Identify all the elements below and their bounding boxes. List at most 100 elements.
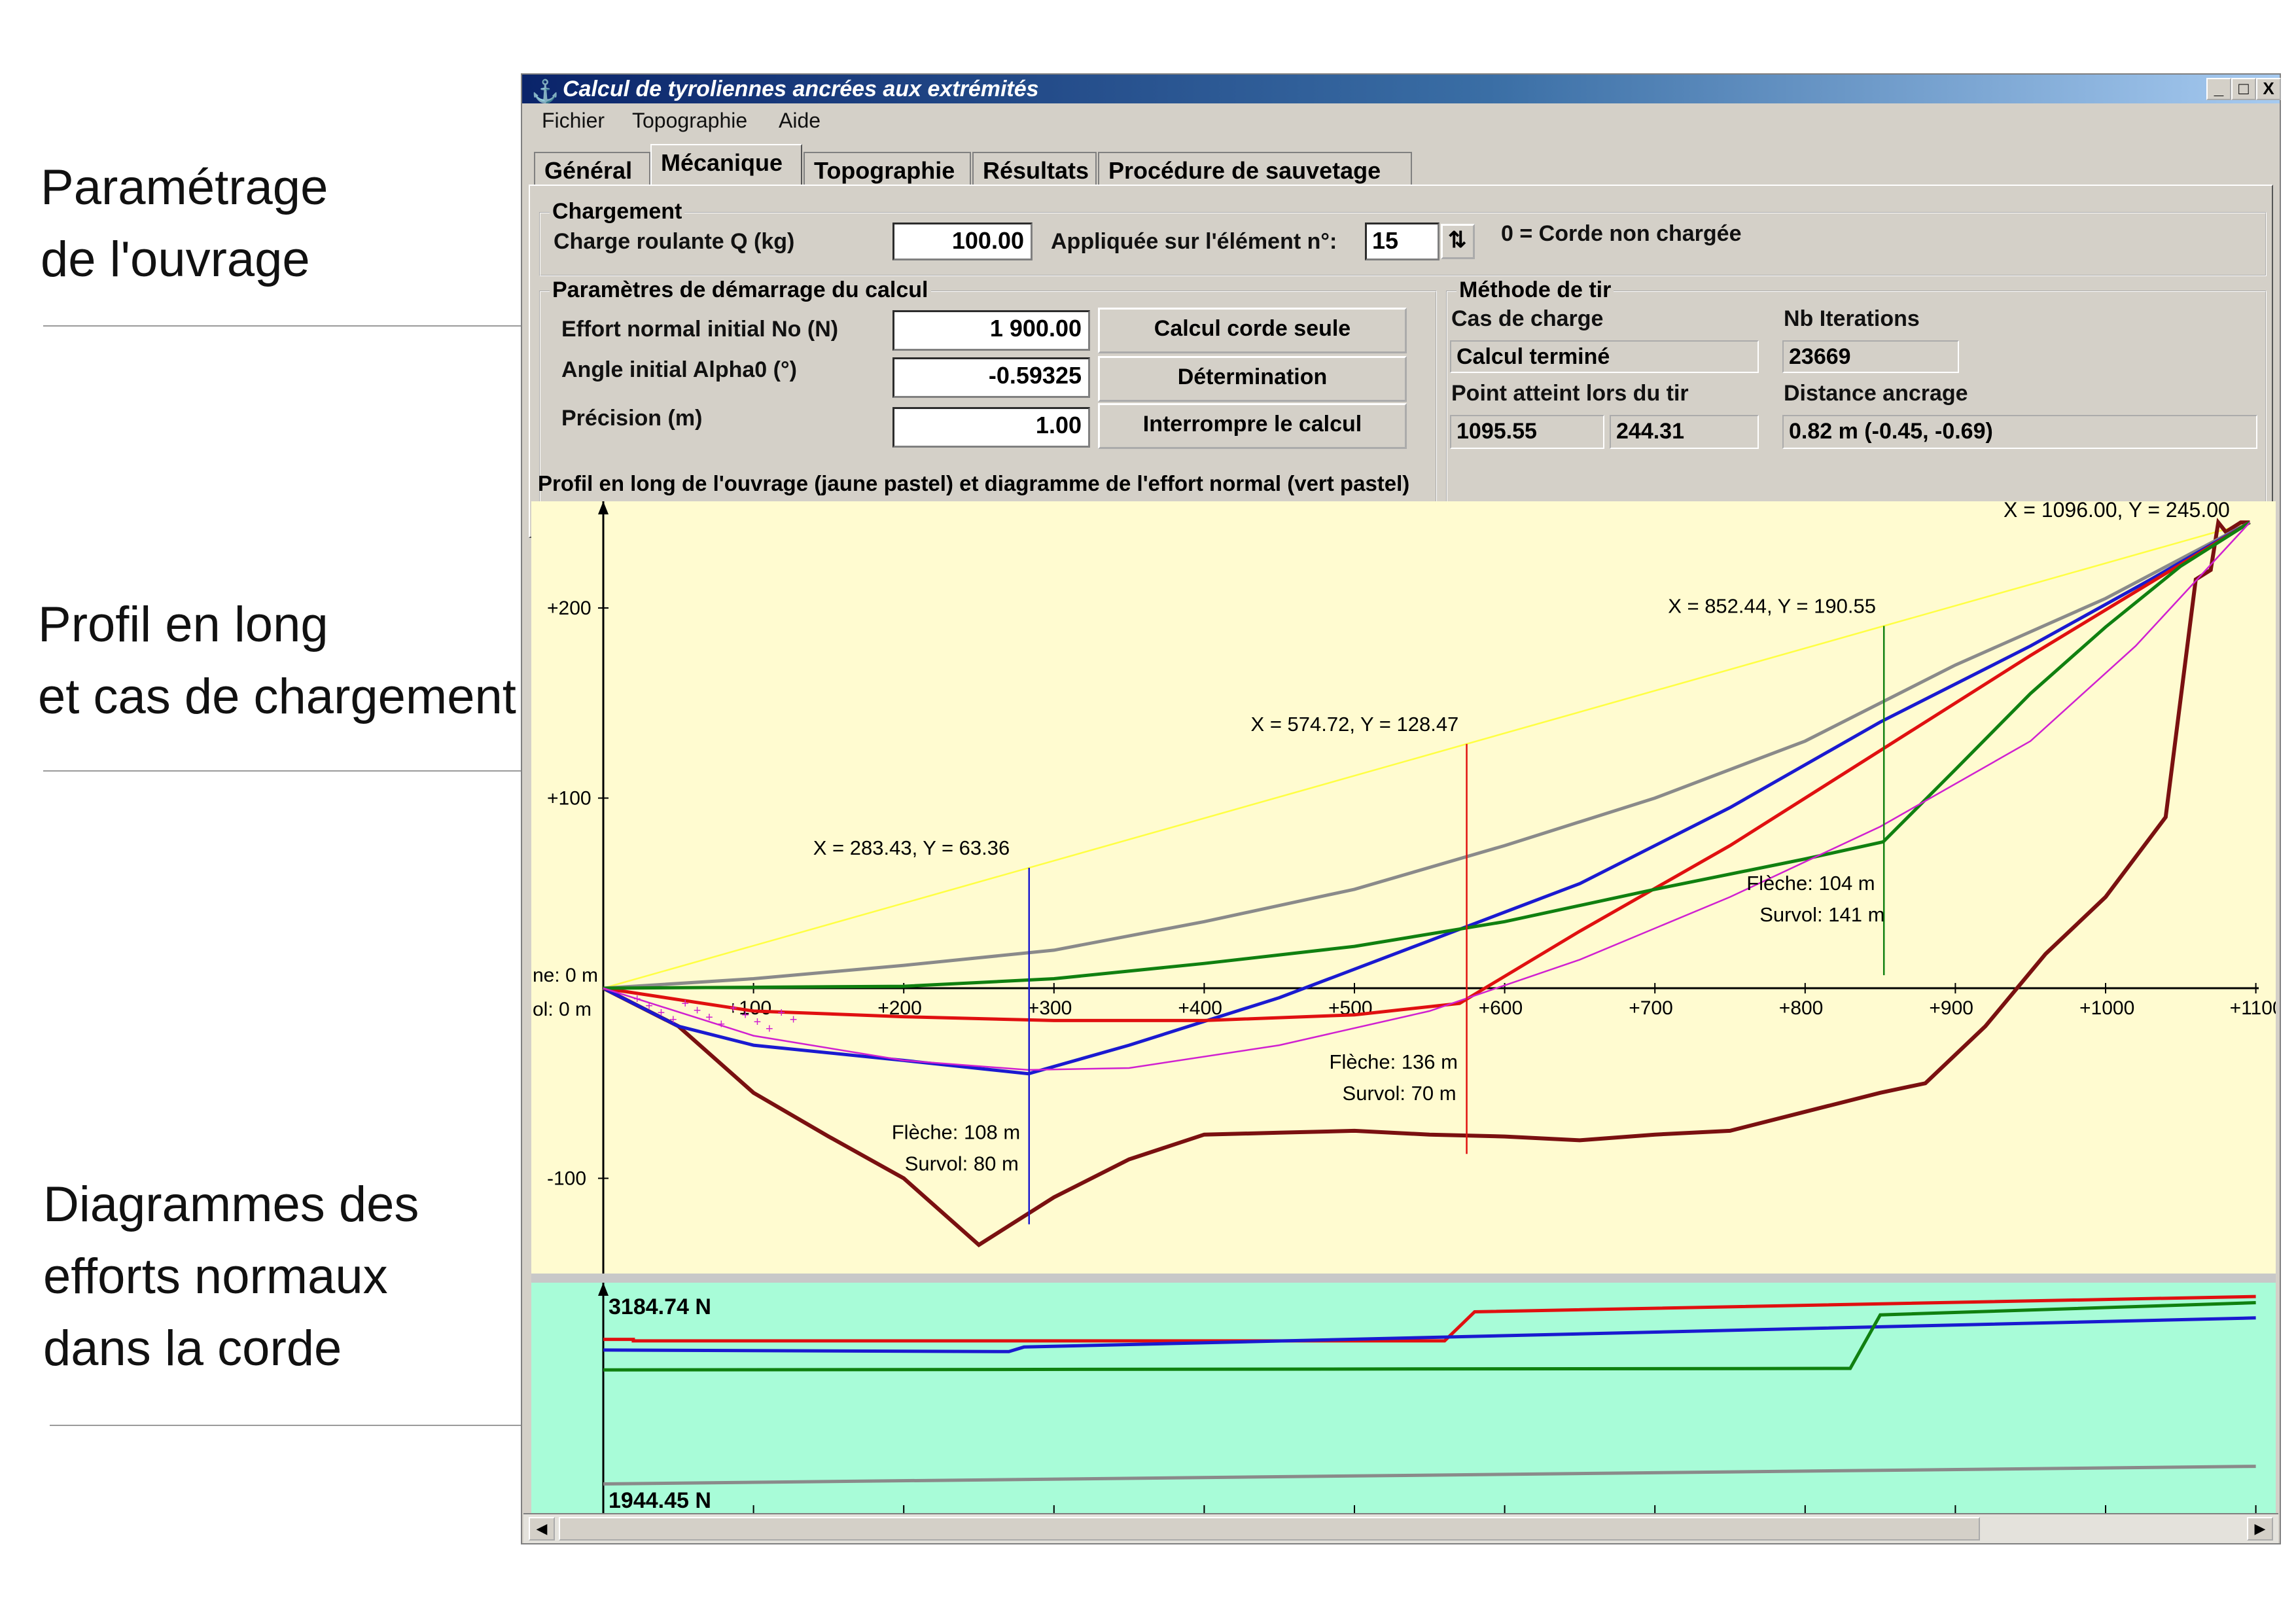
scroll-right-arrow-icon[interactable]: ▶ [2247,1517,2273,1541]
load-case-fleche: Flèche: 104 m [1746,872,1875,895]
title-bar[interactable]: ⚓ Calcul de tyroliennes ancrées aux extr… [522,75,2281,104]
profile-scatter-mark: + [645,999,653,1014]
x-tick-label: +700 [1629,997,1673,1019]
menu-topographie[interactable]: Topographie [632,109,747,133]
scroll-thumb[interactable] [559,1517,1980,1541]
effort-input[interactable]: 1 900.00 [892,310,1090,351]
parametres-legend: Paramètres de démarrage du calcul [550,277,931,303]
app-window: ⚓ Calcul de tyroliennes ancrées aux extr… [521,73,2281,1544]
diagram-min-label: 1944.45 N [609,1488,711,1513]
element-stepper[interactable]: ⇅ [1441,224,1475,259]
annotation-profile-line2: et cas de chargement [38,669,516,724]
element-input[interactable]: 15 [1365,223,1439,260]
profile-scatter-mark: + [705,1010,713,1025]
stepper-icon: ⇅ [1448,228,1467,253]
profile-scatter-mark: + [790,1013,798,1027]
profile-scatter-mark: + [754,1015,762,1029]
profile-scatter-mark: + [741,1008,749,1023]
determination-button[interactable]: Détermination [1098,356,1407,402]
point-y-value: 244.31 [1610,415,1759,449]
x-tick-label: +1000 [2079,997,2134,1019]
precision-input[interactable]: 1.00 [892,407,1090,448]
profile-chart: +100 +200 +300 +400 +500 +600 +700 +800 +900 +100… [531,501,2276,1274]
tab-topographie[interactable]: Topographie [804,152,971,185]
charge-label: Charge roulante Q (kg) [554,229,795,254]
point-atteint-label: Point atteint lors du tir [1451,381,1689,406]
interrompre-calcul-button[interactable]: Interrompre le calcul [1098,403,1407,449]
charge-input[interactable]: 100.00 [892,223,1033,260]
annotation-profile-line1: Profil en long [38,597,328,652]
element-note: 0 = Corde non chargée [1501,221,1742,246]
tab-procedure-sauvetage[interactable]: Procédure de sauvetage [1098,152,1412,185]
annotation-diagram: Diagrammes des efforts normaux dans la c… [43,1169,419,1385]
x-tick-label: +400 [1178,997,1222,1019]
maximize-button[interactable]: □ [2231,78,2256,100]
profile-caption: Profil en long de l'ouvrage (jaune paste… [538,471,1410,495]
y-tick-label: +100 [547,788,592,810]
methode-legend: Méthode de tir [1457,277,1614,303]
profile-scatter-mark: + [658,1006,665,1020]
iterations-value: 23669 [1782,340,1959,373]
profile-scatter-mark: + [633,992,641,1007]
annotation-setup-line2: de l'ouvrage [41,232,310,287]
annotation-diagram-line3: dans la corde [43,1321,342,1376]
precision-label: Précision (m) [561,406,703,431]
diagram-background [531,1283,2276,1513]
origin-label-1: ne: 0 m [533,965,598,986]
effort-label: Effort normal initial No (N) [561,317,839,342]
profile-background [531,501,2276,1274]
horizontal-scrollbar[interactable]: ◀ ▶ [523,1513,2278,1543]
x-tick-label: +1100 [2230,997,2276,1019]
x-tick-label: +800 [1779,997,1824,1019]
profile-scatter-mark: + [694,1004,701,1018]
profile-scatter-mark: + [717,1018,725,1032]
close-button[interactable]: X [2256,78,2281,100]
menu-fichier[interactable]: Fichier [542,109,605,133]
chargement-legend: Chargement [550,199,685,224]
y-tick-label: -100 [547,1168,586,1190]
annotation-diagram-line2: efforts normaux [43,1249,388,1304]
iterations-label: Nb Iterations [1784,306,1920,331]
annotation-setup-line1: Paramétrage [41,160,328,215]
x-tick-label: +900 [1929,997,1973,1019]
profile-scatter-mark: + [766,1022,773,1037]
menu-bar: Fichier Topographie Aide [522,106,2280,137]
annotation-setup: Paramétrage de l'ouvrage [41,152,328,296]
effort-diagram: 3184.74 N 1944.45 N [531,1283,2276,1513]
annotation-diagram-line1: Diagrammes des [43,1177,419,1232]
point-x-value: 1095.55 [1450,415,1604,449]
load-case-survol: Survol: 70 m [1343,1082,1457,1105]
scroll-left-arrow-icon[interactable]: ◀ [529,1517,555,1541]
y-tick-label: +200 [547,597,592,619]
profile-scatter-mark: + [730,1001,737,1016]
diagram-max-label: 3184.74 N [609,1294,711,1319]
end-point-label: X = 1096.00, Y = 245.00 [2004,501,2230,522]
element-label: Appliquée sur l'élément n°: [1051,229,1337,254]
x-tick-label: +300 [1028,997,1072,1019]
tab-resultats[interactable]: Résultats [972,152,1097,185]
minimize-button[interactable]: _ [2206,78,2231,100]
calcul-corde-seule-button[interactable]: Calcul corde seule [1098,308,1407,353]
tab-mecanique[interactable]: Mécanique [650,144,802,186]
profile-scatter-mark: + [681,997,689,1011]
load-case-fleche: Flèche: 136 m [1330,1050,1458,1073]
load-case-survol: Survol: 80 m [905,1152,1019,1175]
load-case-coord: X = 283.43, Y = 63.36 [813,836,1010,859]
window-title: Calcul de tyroliennes ancrées aux extrém… [563,77,1039,101]
chart-separator [531,1274,2276,1283]
origin-label-2: ol: 0 m [533,999,592,1020]
menu-aide[interactable]: Aide [779,109,821,133]
angle-label: Angle initial Alpha0 (°) [561,357,797,382]
profile-scatter-mark: + [777,1006,785,1020]
load-case-coord: X = 852.44, Y = 190.55 [1668,594,1876,617]
profile-scatter-mark: + [669,1013,677,1027]
x-tick-label: +600 [1479,997,1523,1019]
load-case-fleche: Flèche: 108 m [892,1121,1020,1144]
load-case-survol: Survol: 141 m [1759,903,1884,926]
angle-input[interactable]: -0.59325 [892,357,1090,398]
cas-charge-label: Cas de charge [1451,306,1604,331]
load-case-coord: X = 574.72, Y = 128.47 [1251,713,1459,736]
tab-general[interactable]: Général [534,152,650,185]
annotation-profile: Profil en long et cas de chargement [38,589,516,733]
app-icon: ⚓ [531,79,559,104]
